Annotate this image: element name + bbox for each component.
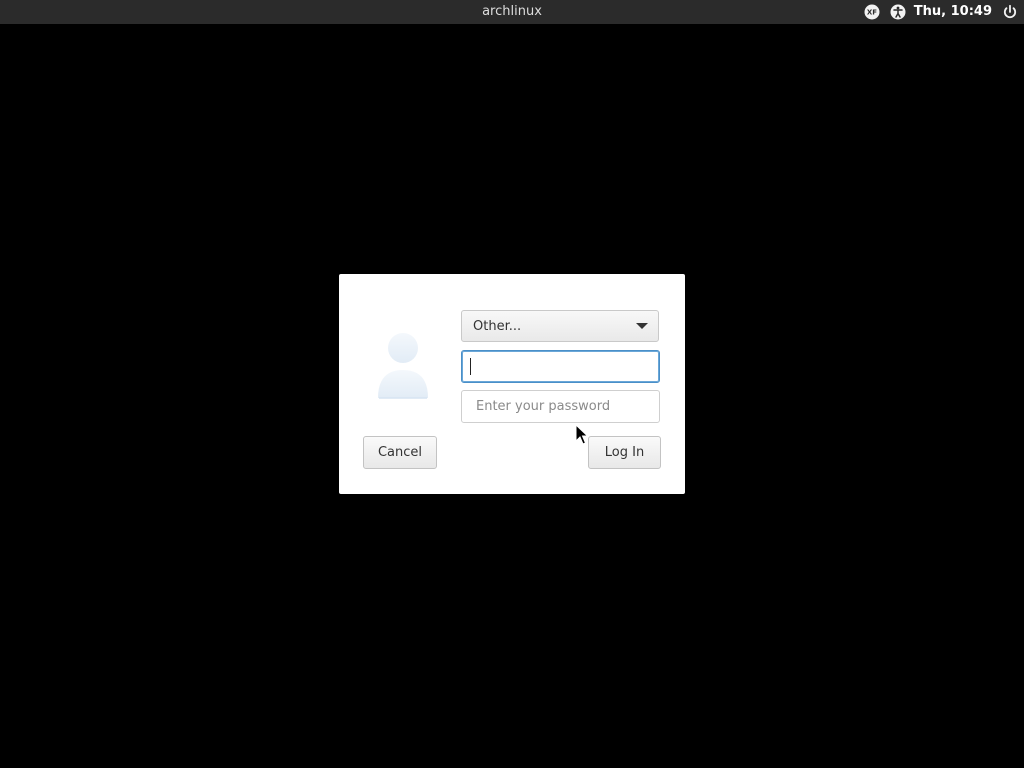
user-select-value: Other... xyxy=(473,318,522,334)
user-select-dropdown[interactable]: Other... xyxy=(461,310,659,342)
top-panel: archlinux XF Thu, 10:49 xyxy=(0,0,1024,24)
clock[interactable]: Thu, 10:49 xyxy=(914,0,992,24)
password-input[interactable] xyxy=(461,390,660,423)
cancel-button[interactable]: Cancel xyxy=(363,436,437,469)
svg-text:XF: XF xyxy=(867,9,877,17)
login-button[interactable]: Log In xyxy=(588,436,661,469)
username-input[interactable] xyxy=(461,350,660,383)
chevron-down-icon xyxy=(636,319,648,334)
power-icon[interactable] xyxy=(1002,4,1018,20)
accessibility-icon[interactable] xyxy=(890,4,906,20)
text-caret xyxy=(470,358,471,375)
user-avatar-icon xyxy=(370,328,436,402)
panel-indicators: XF Thu, 10:49 xyxy=(864,0,1018,24)
xf-indicator-icon[interactable]: XF xyxy=(864,4,880,20)
